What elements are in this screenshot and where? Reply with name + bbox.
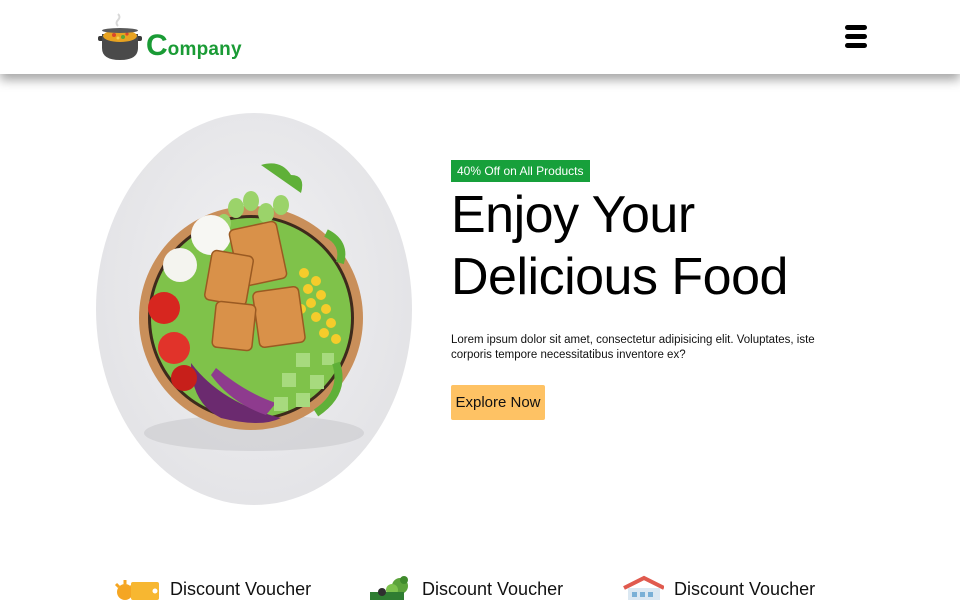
company-logo[interactable]: Company — [96, 12, 242, 64]
hero-title: Enjoy Your Delicious Food — [451, 184, 871, 308]
discount-badge: 40% Off on All Products — [451, 160, 590, 182]
voucher-title: Discount Voucher — [674, 579, 816, 599]
store-icon — [618, 572, 665, 600]
vouchers-section: Discount Voucher Discount Voucher Discou… — [0, 572, 960, 600]
site-header: Company — [0, 0, 960, 74]
voucher-card[interactable]: Discount Voucher — [366, 572, 563, 600]
voucher-card[interactable]: Discount Voucher — [618, 572, 815, 600]
cooking-pot-icon — [98, 13, 142, 60]
hero-title-line-2: Delicious Food — [451, 248, 788, 306]
food-bowl-image — [96, 113, 412, 505]
hero-title-line-1: Enjoy Your — [451, 186, 695, 244]
discount-tag-icon — [114, 572, 160, 600]
voucher-title: Discount Voucher — [170, 579, 312, 599]
hero-description: Lorem ipsum dolor sit amet, consectetur … — [451, 334, 815, 361]
hamburger-menu-icon[interactable] — [845, 25, 867, 49]
explore-now-button[interactable]: Explore Now — [451, 385, 545, 420]
voucher-card[interactable]: Discount Voucher — [114, 572, 311, 600]
logo-text: Company — [146, 29, 242, 62]
food-basket-icon — [366, 572, 412, 600]
voucher-title: Discount Voucher — [422, 579, 564, 599]
